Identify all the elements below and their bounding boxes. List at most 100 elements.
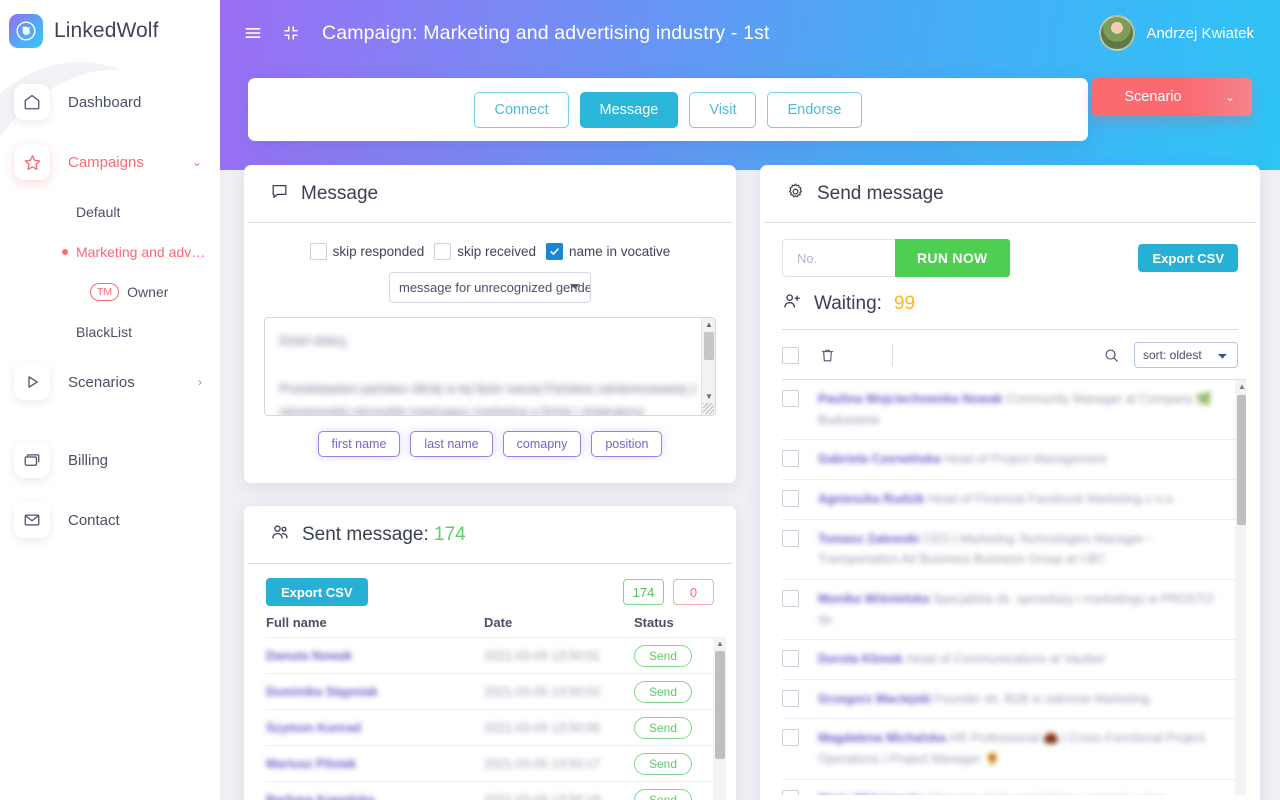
row-checkbox[interactable] [782, 689, 799, 707]
sidebar-item-dashboard[interactable]: Dashboard [0, 72, 220, 132]
export-csv-button-sent[interactable]: Export CSV [266, 578, 368, 606]
chevron-right-icon[interactable]: › [198, 376, 202, 388]
row-name: Danuta Nowak [266, 648, 353, 663]
list-item[interactable]: Agnieszka Rudzik Head of Financial Faceb… [782, 480, 1246, 520]
campaign-sublist: Default Marketing and adve… TM Owner Bla… [0, 192, 220, 352]
sidebar-item-contact[interactable]: Contact [0, 490, 220, 550]
message-card-title: Message [301, 182, 379, 204]
row-checkbox[interactable] [782, 529, 799, 547]
list-item[interactable]: Gabriela Czerwińska Head of Project Mana… [782, 440, 1246, 480]
sidebar-subitem-marketing[interactable]: Marketing and adve… [62, 232, 220, 272]
sidebar-subitem-default[interactable]: Default [76, 192, 220, 232]
error-count-pill: 0 [673, 579, 714, 605]
gender-select[interactable]: message for unrecognized gender [389, 272, 591, 303]
list-item-text: Magdalena Michalska HR Professional 🌰 | … [818, 728, 1246, 769]
sidebar-subitem-label: BlackList [76, 324, 133, 340]
list-item-name: Maria Wiśniewska [818, 792, 925, 796]
sidebar-subitem-blacklist[interactable]: BlackList [76, 312, 220, 352]
row-checkbox[interactable] [782, 589, 799, 607]
resize-grip-icon[interactable] [703, 403, 714, 414]
variable-first-name[interactable]: first name [317, 431, 401, 457]
scroll-up-icon[interactable]: ▲ [716, 639, 724, 648]
status-badge: Send [634, 788, 693, 800]
variable-company[interactable]: comapny [502, 431, 582, 457]
waiting-header: Waiting: 99 [782, 291, 1238, 330]
row-date: 2021-03-05 13:50:06 [484, 720, 601, 735]
scenario-button[interactable]: Scenario ⌄ [1092, 78, 1252, 116]
variable-last-name[interactable]: last name [410, 431, 493, 457]
textarea-scrollbar[interactable]: ▲ ▼ [701, 318, 715, 415]
scrollbar-thumb[interactable] [714, 651, 725, 759]
sidebar-item-campaigns[interactable]: Campaigns ⌄ [0, 132, 220, 192]
table-row[interactable]: Dominika Stępniak 2021-03-05 13:50:02 Se… [266, 673, 714, 709]
sidebar-item-label: Campaigns [68, 153, 144, 171]
tab-endorse[interactable]: Endorse [767, 91, 862, 128]
list-item[interactable]: Dorota Klimek Head of Communications at … [782, 640, 1246, 680]
list-item[interactable]: Monika Wiśnielska Specjalista ds. sprzed… [782, 580, 1246, 640]
row-checkbox[interactable] [782, 450, 799, 468]
scroll-up-icon[interactable]: ▲ [1238, 382, 1246, 391]
list-item-text: Monika Wiśnielska Specjalista ds. sprzed… [818, 589, 1246, 630]
search-icon[interactable] [1103, 347, 1120, 364]
row-checkbox[interactable] [782, 650, 799, 667]
tab-message[interactable]: Message [579, 91, 679, 128]
sent-table-scrollbar[interactable]: ▲ [713, 637, 726, 800]
sidebar-subitem-owner[interactable]: TM Owner [76, 272, 220, 312]
message-textarea[interactable]: Dzień dobry, Przedstawiam państwu ofertę… [264, 317, 716, 416]
row-checkbox[interactable] [782, 789, 799, 795]
send-message-card: Send message RUN NOW Export CSV Waiting:… [760, 165, 1260, 800]
compress-icon[interactable] [274, 16, 308, 50]
table-row[interactable]: Danuta Nowak 2021-03-05 13:50:01 Send [266, 637, 714, 673]
row-checkbox[interactable] [782, 489, 799, 507]
checkbox-icon[interactable] [309, 243, 327, 260]
scenario-button-label: Scenario [1124, 89, 1182, 105]
hamburger-icon[interactable] [236, 16, 270, 50]
row-name: Mariusz Pilstak [266, 756, 357, 771]
chevron-down-icon[interactable]: ⌄ [192, 156, 202, 168]
scroll-down-icon[interactable]: ▼ [705, 392, 713, 401]
list-item[interactable]: Tomasz Zalewski CEO | Marketing Technolo… [782, 520, 1246, 580]
number-input[interactable] [782, 239, 895, 277]
person-add-icon [782, 291, 802, 317]
sidebar-item-billing[interactable]: Billing [0, 430, 220, 490]
user-menu[interactable]: Andrzej Kwiatek [1099, 15, 1254, 51]
list-item[interactable]: Grzegorz Maciejski Founder ds. B2B w zak… [782, 680, 1246, 720]
list-item[interactable]: Paulina Wojciechowska Nowak Community Ma… [782, 380, 1246, 441]
option-skip-received[interactable]: skip received [434, 243, 536, 260]
sort-select[interactable]: sort: oldest [1134, 342, 1238, 368]
scrollbar-thumb[interactable] [704, 332, 714, 360]
row-checkbox[interactable] [782, 729, 799, 747]
sent-message-card: Sent message: 174 Export CSV 174 0 Full … [244, 506, 736, 800]
waiting-label: Waiting: [814, 293, 882, 314]
play-icon [14, 364, 50, 400]
option-skip-responded[interactable]: skip responded [309, 243, 424, 260]
select-all-checkbox[interactable] [782, 346, 799, 364]
table-row[interactable]: Barbara Kowalska 2021-03-05 13:50:18 Sen… [266, 781, 714, 800]
run-now-button[interactable]: RUN NOW [895, 239, 1010, 277]
list-item-name: Agnieszka Rudzik [818, 491, 925, 506]
waiting-list-scrollbar[interactable]: ▲ [1235, 380, 1246, 795]
checkbox-checked-icon[interactable] [546, 243, 564, 260]
option-name-in-vocative[interactable]: name in vocative [546, 243, 670, 260]
trash-icon[interactable] [819, 347, 836, 364]
table-row[interactable]: Szymon Konrad 2021-03-05 13:50:06 Send [266, 709, 714, 745]
variable-position[interactable]: position [591, 431, 663, 457]
scroll-up-icon[interactable]: ▲ [705, 320, 713, 329]
brand[interactable]: LinkedWolf [0, 0, 220, 62]
sent-title-prefix: Sent message: [302, 523, 429, 545]
row-checkbox[interactable] [782, 390, 799, 407]
export-csv-button-waiting[interactable]: Export CSV [1138, 244, 1238, 272]
tab-connect[interactable]: Connect [474, 91, 569, 128]
list-item[interactable]: Maria Wiśniewska Manager działu marketin… [782, 780, 1246, 796]
gear-icon [786, 182, 805, 206]
chevron-down-icon[interactable]: ⌄ [1208, 90, 1252, 104]
scrollbar-thumb[interactable] [1236, 395, 1246, 525]
sidebar-item-scenarios[interactable]: Scenarios › [0, 352, 220, 412]
list-item[interactable]: Magdalena Michalska HR Professional 🌰 | … [782, 719, 1246, 780]
table-row[interactable]: Mariusz Pilstak 2021-03-05 13:50:17 Send [266, 745, 714, 781]
checkbox-icon[interactable] [434, 243, 452, 260]
active-dot-icon [62, 249, 68, 255]
list-item-text: Gabriela Czerwińska Head of Project Mana… [818, 449, 1246, 470]
owner-badge: TM [90, 282, 120, 302]
tab-visit[interactable]: Visit [689, 91, 757, 128]
